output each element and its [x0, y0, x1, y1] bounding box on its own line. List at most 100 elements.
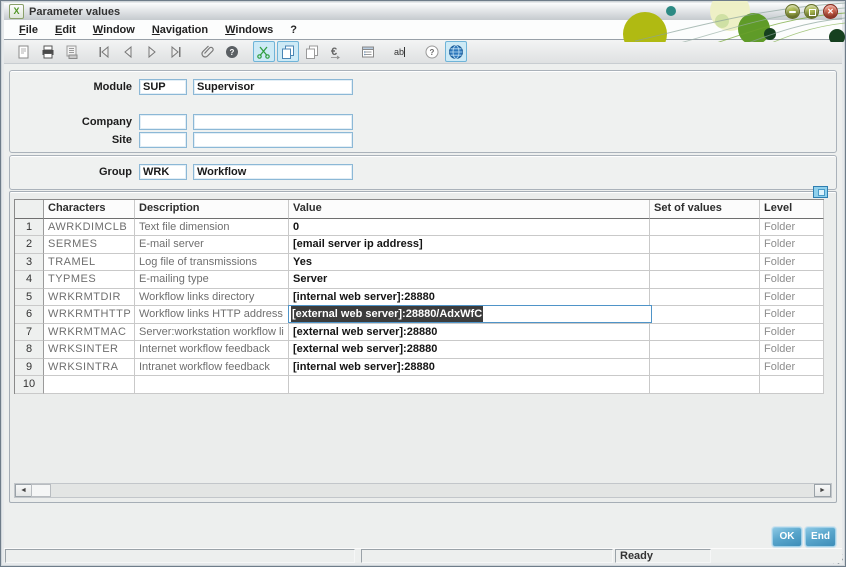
company-description-field[interactable]: [193, 114, 353, 130]
column-header-set-of-values[interactable]: Set of values: [650, 200, 760, 219]
company-code-field[interactable]: [139, 114, 187, 130]
cell-value[interactable]: [internal web server]:28880: [289, 288, 650, 306]
help-button[interactable]: ?: [421, 41, 443, 62]
cell-set-of-values[interactable]: [650, 376, 760, 394]
cell-value[interactable]: [email server ip address]: [289, 236, 650, 254]
column-header-characters[interactable]: Characters: [44, 200, 135, 219]
scrollbar-thumb[interactable]: [31, 484, 51, 497]
site-description-field[interactable]: [193, 132, 353, 148]
cell-level[interactable]: Folder: [760, 306, 824, 324]
module-code-field[interactable]: SUP: [139, 79, 187, 95]
cell-description[interactable]: Server:workstation workflow li: [135, 323, 289, 341]
cell-description[interactable]: E-mail server: [135, 236, 289, 254]
cell-characters[interactable]: AWRKDIMCLB: [44, 218, 135, 236]
ok-button[interactable]: OK: [772, 527, 802, 547]
cell-set-of-values[interactable]: [650, 323, 760, 341]
row-number[interactable]: 3: [15, 253, 44, 271]
currency-button[interactable]: €: [325, 41, 347, 62]
cell-level[interactable]: Folder: [760, 358, 824, 376]
cell-level[interactable]: Folder: [760, 236, 824, 254]
menu-help[interactable]: ?: [285, 23, 302, 37]
cell-description[interactable]: Internet workflow feedback: [135, 341, 289, 359]
previous-record-button[interactable]: [117, 41, 139, 62]
site-code-field[interactable]: [139, 132, 187, 148]
group-code-field[interactable]: WRK: [139, 164, 187, 180]
attachment-button[interactable]: [197, 41, 219, 62]
new-record-button[interactable]: [13, 41, 35, 62]
row-number[interactable]: 9: [15, 358, 44, 376]
first-record-button[interactable]: [93, 41, 115, 62]
cell-set-of-values[interactable]: [650, 236, 760, 254]
table-horizontal-scrollbar[interactable]: ◄ ►: [14, 483, 832, 498]
scroll-left-button[interactable]: ◄: [15, 484, 32, 497]
close-button[interactable]: ✕: [823, 4, 838, 19]
cell-level[interactable]: Folder: [760, 218, 824, 236]
print-button[interactable]: [37, 41, 59, 62]
cell-set-of-values[interactable]: [650, 358, 760, 376]
cell-description[interactable]: Workflow links HTTP address: [135, 306, 289, 324]
group-description-field[interactable]: Workflow: [193, 164, 353, 180]
cell-set-of-values[interactable]: [650, 341, 760, 359]
menu-navigation[interactable]: Navigation: [147, 23, 213, 37]
cell-description[interactable]: E-mailing type: [135, 271, 289, 289]
print-list-button[interactable]: [61, 41, 83, 62]
next-record-button[interactable]: [141, 41, 163, 62]
text-edit-button[interactable]: ab: [389, 41, 411, 62]
column-header-value[interactable]: Value: [289, 200, 650, 219]
copy-button[interactable]: [277, 41, 299, 62]
cell-value[interactable]: Server: [289, 271, 650, 289]
row-number[interactable]: 5: [15, 288, 44, 306]
table-settings-icon[interactable]: [813, 186, 828, 198]
cell-characters[interactable]: SERMES: [44, 236, 135, 254]
cell-value[interactable]: Yes: [289, 253, 650, 271]
cell-value[interactable]: [external web server]:28880/AdxWfC: [288, 305, 652, 324]
cell-characters[interactable]: TYPMES: [44, 271, 135, 289]
paste-button[interactable]: [301, 41, 323, 62]
cell-characters[interactable]: WRKSINTER: [44, 341, 135, 359]
cell-set-of-values[interactable]: [650, 218, 760, 236]
cell-level[interactable]: Folder: [760, 341, 824, 359]
row-number[interactable]: 8: [15, 341, 44, 359]
value-edit-field[interactable]: [external web server]:28880/AdxWfC: [288, 305, 652, 323]
row-number[interactable]: 1: [15, 218, 44, 236]
row-number[interactable]: 7: [15, 323, 44, 341]
cell-value[interactable]: [289, 376, 650, 394]
column-header-level[interactable]: Level: [760, 200, 824, 219]
module-description-field[interactable]: Supervisor: [193, 79, 353, 95]
menu-file[interactable]: File: [14, 23, 43, 37]
cell-level[interactable]: Folder: [760, 323, 824, 341]
cell-description[interactable]: Log file of transmissions: [135, 253, 289, 271]
cell-description[interactable]: [135, 376, 289, 394]
cell-description[interactable]: Text file dimension: [135, 218, 289, 236]
cell-value[interactable]: [external web server]:28880: [289, 341, 650, 359]
last-record-button[interactable]: [165, 41, 187, 62]
cell-value[interactable]: [external web server]:28880: [289, 323, 650, 341]
context-help-button[interactable]: ?: [221, 41, 243, 62]
menu-windows[interactable]: Windows: [220, 23, 278, 37]
cell-characters[interactable]: WRKRMTDIR: [44, 288, 135, 306]
cut-button[interactable]: [253, 41, 275, 62]
maximize-button[interactable]: [804, 4, 819, 19]
cell-characters[interactable]: WRKRMTHTTP: [44, 306, 135, 324]
title-bar[interactable]: X Parameter values: [4, 3, 842, 20]
cell-value[interactable]: [internal web server]:28880: [289, 358, 650, 376]
web-button[interactable]: [445, 41, 467, 62]
cell-level[interactable]: Folder: [760, 253, 824, 271]
cell-set-of-values[interactable]: [650, 288, 760, 306]
cell-description[interactable]: Intranet workflow feedback: [135, 358, 289, 376]
cell-characters[interactable]: TRAMEL: [44, 253, 135, 271]
properties-button[interactable]: [357, 41, 379, 62]
column-header-description[interactable]: Description: [135, 200, 289, 219]
end-button[interactable]: End: [805, 527, 836, 547]
row-number[interactable]: 2: [15, 236, 44, 254]
row-number[interactable]: 10: [15, 376, 44, 394]
cell-characters[interactable]: WRKRMTMAC: [44, 323, 135, 341]
cell-level[interactable]: Folder: [760, 271, 824, 289]
cell-set-of-values[interactable]: [650, 271, 760, 289]
cell-characters[interactable]: [44, 376, 135, 394]
minimize-button[interactable]: [785, 4, 800, 19]
menu-window[interactable]: Window: [88, 23, 140, 37]
cell-level[interactable]: Folder: [760, 288, 824, 306]
cell-characters[interactable]: WRKSINTRA: [44, 358, 135, 376]
cell-set-of-values[interactable]: [650, 253, 760, 271]
